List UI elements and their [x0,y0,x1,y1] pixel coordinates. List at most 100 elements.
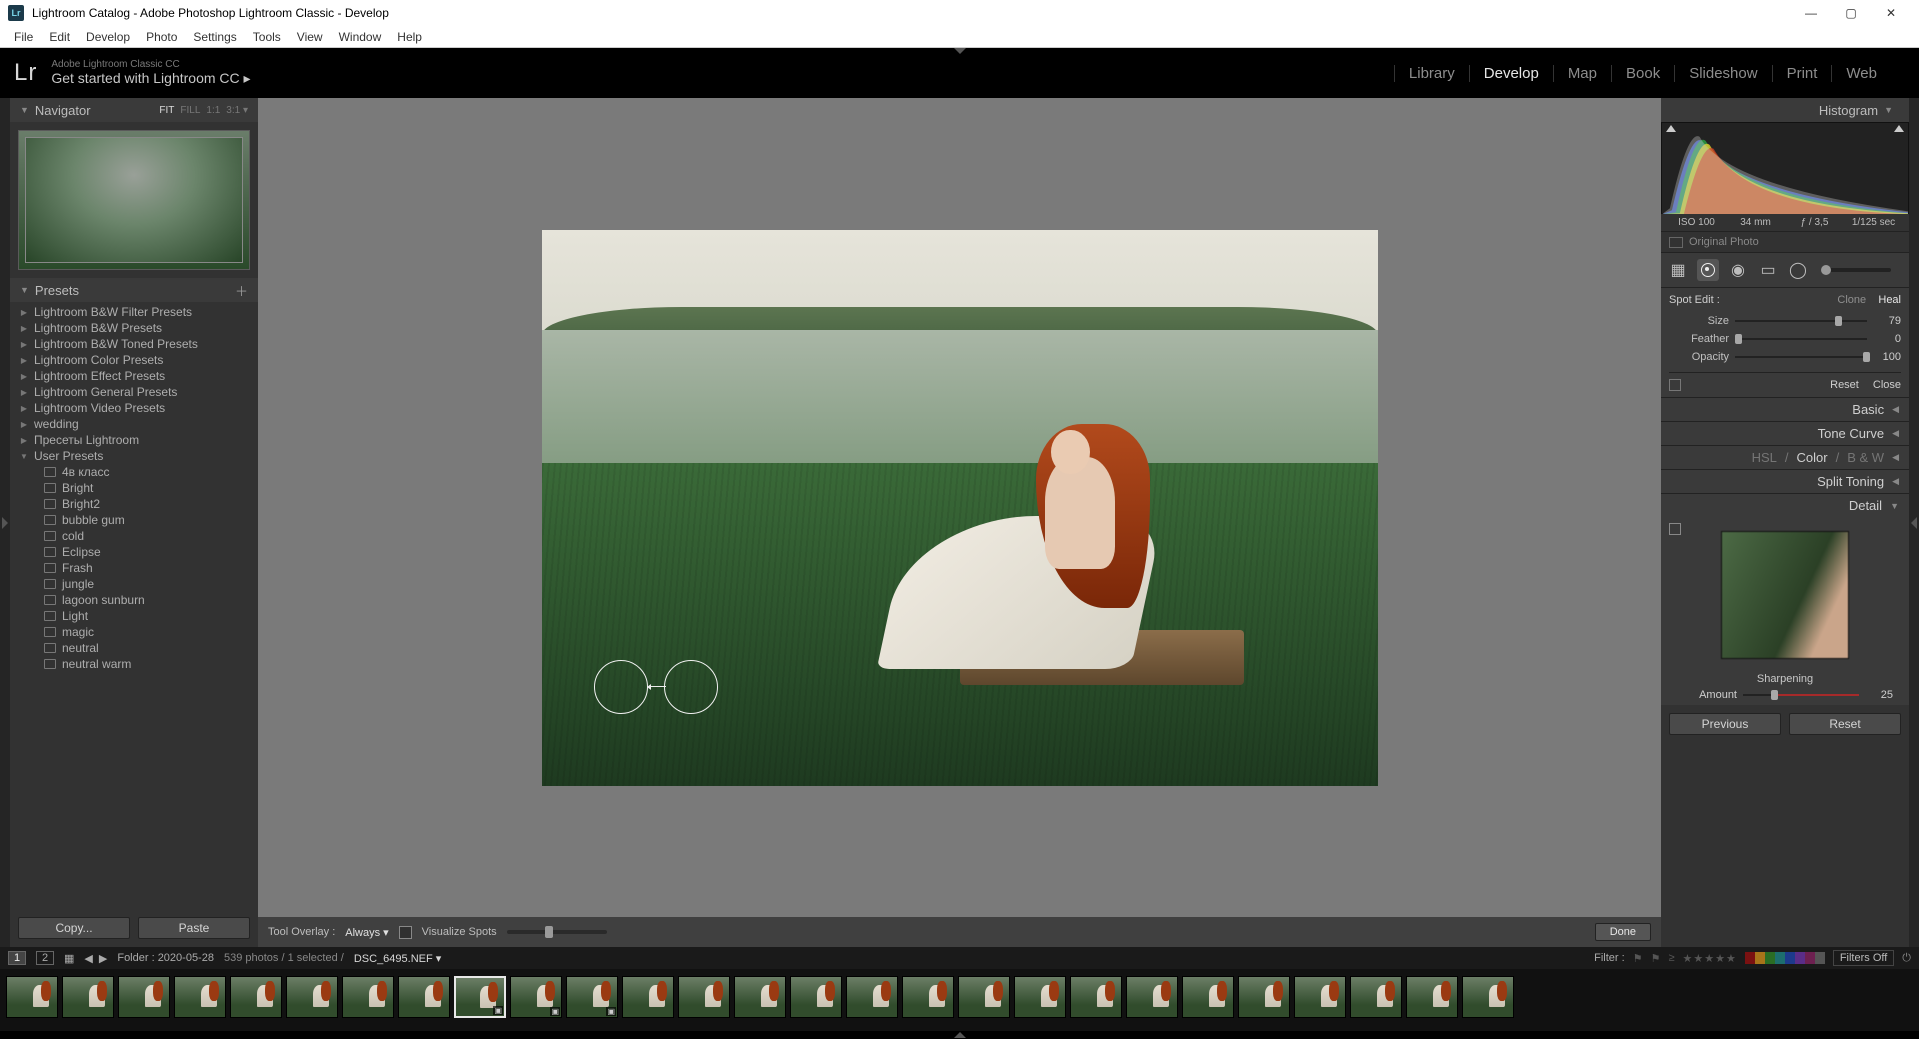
color-swatch[interactable] [1765,952,1775,964]
preset-item[interactable]: neutral [10,640,258,656]
adjustment-brush-icon[interactable] [1817,259,1903,281]
visualize-spots-slider[interactable] [507,930,607,934]
filmstrip-thumb[interactable] [342,976,394,1018]
menu-help[interactable]: Help [389,28,430,46]
filmstrip-thumb[interactable] [1238,976,1290,1018]
window-maximize-button[interactable]: ▢ [1831,0,1871,26]
graduated-filter-icon[interactable]: ▭ [1757,259,1779,281]
preset-item[interactable]: Light [10,608,258,624]
menu-file[interactable]: File [6,28,41,46]
filmstrip-thumb[interactable] [1462,976,1514,1018]
detail-preview[interactable] [1721,531,1849,659]
filmstrip-thumb[interactable] [958,976,1010,1018]
rating-ge-icon[interactable]: ≥ [1668,952,1674,964]
size-slider[interactable] [1735,320,1867,322]
filmstrip-thumb[interactable] [1294,976,1346,1018]
split-toning-section-header[interactable]: Split Toning◀ [1661,469,1909,493]
heal-source-circle[interactable] [594,660,648,714]
previous-button[interactable]: Previous [1669,713,1781,735]
reset-button[interactable]: Reset [1789,713,1901,735]
filmstrip-thumb[interactable] [734,976,786,1018]
module-web[interactable]: Web [1831,65,1891,82]
tone-curve-section-header[interactable]: Tone Curve◀ [1661,421,1909,445]
filmstrip-thumb[interactable] [118,976,170,1018]
filmstrip-thumb[interactable] [1182,976,1234,1018]
preset-item[interactable]: magic [10,624,258,640]
module-develop[interactable]: Develop [1469,65,1553,82]
spot-mode-clone[interactable]: Clone [1837,294,1866,306]
detail-target-icon[interactable] [1669,523,1681,535]
histogram-header[interactable]: Histogram ▼ [1661,98,1909,122]
menu-window[interactable]: Window [331,28,390,46]
preset-folder[interactable]: ▶Lightroom B&W Filter Presets [10,304,258,320]
nav-1to1[interactable]: 1:1 [206,105,220,116]
module-print[interactable]: Print [1772,65,1832,82]
opacity-slider[interactable] [1735,356,1867,358]
filmstrip-thumb[interactable] [6,976,58,1018]
preset-item[interactable]: Frash [10,560,258,576]
filmstrip-thumb[interactable] [1350,976,1402,1018]
menu-view[interactable]: View [289,28,331,46]
filmstrip-thumb[interactable] [62,976,114,1018]
nav-fit[interactable]: FIT [159,105,174,116]
filmstrip-thumb[interactable] [622,976,674,1018]
menu-photo[interactable]: Photo [138,28,185,46]
menu-settings[interactable]: Settings [185,28,244,46]
presets-header[interactable]: ▼ Presets ＋ [10,278,258,302]
filmstrip-thumb[interactable] [286,976,338,1018]
spot-mode-heal[interactable]: Heal [1878,294,1901,306]
filmstrip-thumb[interactable] [174,976,226,1018]
next-photo-button[interactable]: ▶ [99,952,107,965]
feather-value[interactable]: 0 [1873,333,1901,345]
filmstrip-thumb[interactable] [398,976,450,1018]
original-photo-checkbox[interactable] [1669,237,1683,248]
nav-fill[interactable]: FILL [180,105,200,116]
filmstrip-thumb[interactable] [846,976,898,1018]
nav-ratio[interactable]: 3:1 ▾ [226,105,248,116]
preset-folder[interactable]: ▶Lightroom Color Presets [10,352,258,368]
preset-item[interactable]: jungle [10,576,258,592]
histogram[interactable] [1661,122,1909,214]
preset-folder[interactable]: ▶Lightroom B&W Presets [10,320,258,336]
filter-lock-icon[interactable]: ⏻ [1902,952,1911,965]
navigator-thumbnail[interactable] [18,130,250,270]
paste-button[interactable]: Paste [138,917,250,939]
spot-close-button[interactable]: Close [1873,379,1901,391]
detail-section-header[interactable]: Detail▼ [1661,493,1909,517]
filmstrip-thumb[interactable] [1014,976,1066,1018]
main-window-button[interactable]: 1 [8,951,26,965]
add-preset-button[interactable]: ＋ [235,281,248,300]
collapse-bottom-icon[interactable] [0,1031,1919,1039]
color-swatch[interactable] [1795,952,1805,964]
module-book[interactable]: Book [1611,65,1674,82]
menu-develop[interactable]: Develop [78,28,138,46]
preset-item[interactable]: Eclipse [10,544,258,560]
amount-slider[interactable] [1743,694,1859,696]
prev-photo-button[interactable]: ◀ [84,952,92,965]
left-panel-collapse-icon[interactable] [0,98,10,947]
window-close-button[interactable]: ✕ [1871,0,1911,26]
filters-off-dropdown[interactable]: Filters Off [1833,950,1894,966]
flag-pick-filter-icon[interactable]: ⚑ [1633,952,1643,965]
redeye-tool-icon[interactable]: ◉ [1727,259,1749,281]
module-map[interactable]: Map [1553,65,1611,82]
tool-overlay-dropdown[interactable]: Always ▾ [345,926,388,939]
radial-filter-icon[interactable]: ◯ [1787,259,1809,281]
preset-folder[interactable]: ▶Lightroom Effect Presets [10,368,258,384]
filmstrip-thumb[interactable] [678,976,730,1018]
preset-item[interactable]: neutral warm [10,656,258,672]
preset-item[interactable]: bubble gum [10,512,258,528]
module-library[interactable]: Library [1394,65,1469,82]
original-photo-row[interactable]: Original Photo [1661,231,1909,253]
second-window-button[interactable]: 2 [36,951,54,965]
spot-removal-tool-icon[interactable] [1697,259,1719,281]
flag-reject-filter-icon[interactable]: ⚑ [1651,952,1661,965]
preset-folder[interactable]: ▶Lightroom B&W Toned Presets [10,336,258,352]
preset-folder[interactable]: ▶Lightroom Video Presets [10,400,258,416]
color-swatch[interactable] [1805,952,1815,964]
menu-edit[interactable]: Edit [41,28,78,46]
filmstrip-thumb[interactable] [1126,976,1178,1018]
color-swatch[interactable] [1815,952,1825,964]
spot-reset-button[interactable]: Reset [1830,379,1859,391]
grid-view-icon[interactable]: ▦ [64,952,74,965]
